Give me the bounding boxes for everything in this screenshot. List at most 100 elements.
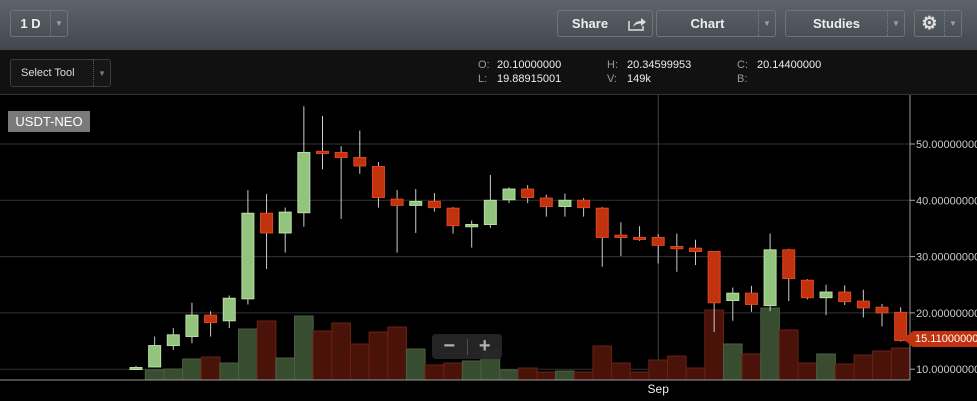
candle-body — [390, 198, 404, 206]
volume-value: 149k — [627, 73, 651, 85]
candle-body — [427, 200, 441, 209]
candle-body — [875, 306, 889, 314]
volume-bar — [368, 331, 389, 381]
caret-down-icon: ▼ — [50, 11, 67, 36]
symbol-label: USDT-NEO — [8, 111, 90, 132]
volume-bar — [256, 320, 277, 381]
volume-bar — [685, 367, 706, 381]
candle-body — [651, 236, 665, 246]
candle-body — [409, 200, 423, 206]
volume-bar — [294, 315, 314, 381]
volume-bar — [797, 362, 818, 381]
chart-label: Chart — [690, 16, 725, 31]
volume-bar — [238, 328, 258, 381]
select-tool-dropdown[interactable]: Select Tool ▼ — [10, 59, 111, 87]
settings-dropdown[interactable]: ⚙ ▼ — [914, 10, 962, 37]
candle-body — [297, 151, 311, 214]
share-label: Share — [571, 16, 609, 31]
studies-dropdown[interactable]: Studies ▼ — [785, 10, 905, 37]
x-tick-label: Sep — [648, 382, 670, 396]
candle-body — [148, 345, 162, 368]
candle-body — [782, 249, 796, 280]
y-tick-label: 50.00000000 — [916, 139, 977, 151]
candle-body — [577, 199, 591, 209]
candle-body — [260, 212, 274, 234]
studies-label: Studies — [813, 16, 860, 31]
candle-body — [819, 291, 833, 299]
y-tick-label: 10.00000000 — [916, 364, 977, 376]
volume-bar — [405, 348, 426, 381]
volume-bar — [611, 362, 631, 381]
volume-bar — [275, 357, 296, 381]
volume-bar — [499, 369, 519, 381]
top-toolbar: 1 D ▼ Share Chart ▼ Studies ▼ ⚙ ▼ — [0, 0, 977, 50]
volume-bar — [722, 343, 743, 381]
candle-body — [856, 300, 870, 309]
candle-body — [800, 279, 814, 299]
volume-bar — [349, 343, 370, 381]
volume-bar — [163, 368, 184, 381]
caret-down-icon: ▼ — [93, 60, 110, 86]
select-tool-label: Select Tool — [21, 67, 75, 79]
y-tick-label: 30.00000000 — [916, 252, 977, 264]
volume-bar — [667, 355, 687, 381]
volume-bar — [312, 330, 333, 381]
zoom-in-button[interactable]: + — [468, 334, 503, 359]
volume-bar — [741, 353, 762, 381]
volume-bar — [573, 371, 594, 381]
share-arrow-icon — [622, 17, 652, 31]
caret-down-icon: ▼ — [887, 11, 904, 36]
candle-body — [707, 251, 721, 304]
candle-body — [894, 311, 908, 341]
candle-body — [334, 151, 348, 159]
b-label: B: — [737, 73, 748, 85]
volume-bar — [387, 326, 407, 381]
candle-body — [614, 234, 628, 238]
candle-body — [726, 292, 740, 302]
zoom-out-button[interactable]: − — [432, 334, 467, 359]
candle-body — [241, 212, 255, 300]
candle-body — [316, 150, 329, 155]
candle-body — [744, 292, 758, 305]
candle-body — [763, 249, 777, 307]
volume-bar — [555, 370, 575, 381]
candle-body — [483, 199, 497, 226]
candle-body — [185, 314, 199, 338]
candle-body — [539, 197, 553, 207]
open-value: 20.10000000 — [497, 59, 562, 71]
caret-down-icon: ▼ — [758, 11, 775, 36]
drawing-toolbar: Select Tool ▼ O: 20.10000000 H: 20.34599… — [0, 50, 977, 95]
candle-body — [204, 314, 218, 323]
low-value: 19.88915001 — [497, 73, 562, 85]
volume-bar — [592, 345, 613, 381]
volume-bar — [219, 362, 240, 381]
volume-bar — [200, 356, 221, 381]
interval-label: 1 D — [20, 16, 41, 31]
volume-bar — [144, 369, 165, 381]
volume-bar — [536, 371, 557, 381]
interval-dropdown[interactable]: 1 D ▼ — [10, 10, 68, 37]
high-value: 20.34599953 — [627, 59, 692, 71]
candle-body — [166, 334, 180, 347]
volume-bar — [760, 307, 780, 381]
volume-bar — [331, 322, 351, 381]
candle-body — [689, 247, 702, 253]
candle-body — [371, 166, 385, 198]
candle-body — [521, 188, 535, 198]
volume-bar — [853, 354, 874, 381]
candle-body — [129, 367, 143, 371]
volume-bar — [424, 364, 445, 381]
candle-body — [465, 224, 479, 228]
share-button[interactable]: Share — [557, 10, 653, 37]
gear-icon: ⚙ — [921, 13, 938, 33]
volume-label: V: — [607, 73, 617, 85]
candle-body — [838, 291, 852, 303]
chart-dropdown[interactable]: Chart ▼ — [656, 10, 776, 37]
volume-bar — [778, 329, 799, 381]
candle-body — [446, 207, 460, 227]
candle-body — [502, 188, 516, 201]
volume-bar — [872, 350, 892, 381]
last-price-tag: 15.11000000 — [903, 331, 977, 347]
volume-bar — [629, 371, 650, 381]
candle-body — [633, 236, 647, 240]
